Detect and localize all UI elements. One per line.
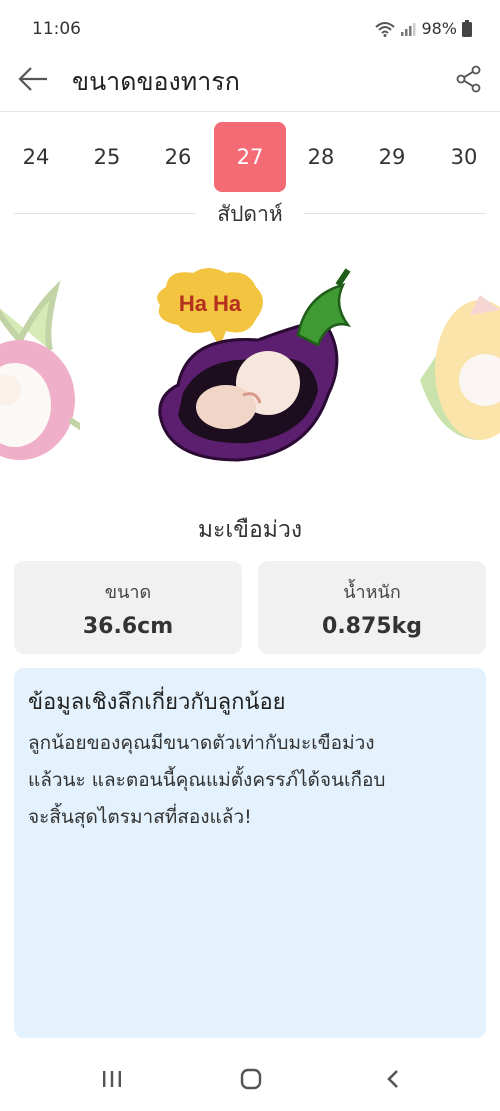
corn-illustration (420, 295, 500, 440)
share-icon (456, 65, 481, 93)
app-bar: ขนาดของทารก (0, 44, 500, 112)
size-value: 36.6cm (82, 614, 174, 639)
recent-apps-button[interactable] (95, 1064, 129, 1094)
battery-icon (462, 20, 472, 37)
eggplant-illustration: Ha Ha (157, 268, 352, 462)
page-title: ขนาดของทารก (72, 67, 240, 96)
insight-line: ลูกน้อยของคุณมีขนาดตัวเท่ากับมะเขือม่วง (28, 732, 375, 754)
fruit-carousel[interactable]: Ha Ha (0, 250, 500, 500)
size-label: ขนาด (104, 582, 152, 603)
share-button[interactable] (454, 64, 484, 94)
insight-line: จะสิ้นสุดไตรมาสที่สองแล้ว! (28, 806, 252, 828)
week-item[interactable]: 29 (356, 122, 428, 192)
home-icon (240, 1068, 262, 1090)
system-nav-bar (0, 1044, 500, 1111)
week-item[interactable]: 25 (71, 122, 143, 192)
back-nav-icon (387, 1070, 398, 1088)
fruit-name: มะเขือม่วง (197, 517, 303, 543)
week-item[interactable]: 30 (428, 122, 500, 192)
wifi-icon (375, 21, 396, 37)
week-item-selected[interactable]: 27 (214, 122, 286, 192)
week-selector: 24 25 26 27 28 29 30 (0, 120, 500, 192)
insight-line: แล้วนะ และตอนนี้คุณแม่ตั้งครรภ์ได้จนเกือ… (28, 769, 386, 791)
back-arrow-icon (18, 67, 47, 91)
dragon-fruit-illustration (0, 280, 80, 460)
status-time: 11:06 (32, 19, 81, 39)
weight-label: น้ำหนัก (343, 582, 401, 603)
size-card: ขนาด 36.6cm (14, 561, 242, 654)
week-item[interactable]: 28 (285, 122, 357, 192)
week-label: สัปดาห์ (196, 198, 304, 231)
back-nav-button[interactable] (376, 1064, 410, 1094)
speech-bubble: Ha Ha (157, 268, 263, 347)
speech-bubble-text: Ha Ha (179, 291, 242, 316)
insight-card: ข้อมูลเชิงลึกเกี่ยวกับลูกน้อย ลูกน้อยของ… (14, 668, 486, 1038)
week-item[interactable]: 26 (142, 122, 214, 192)
status-indicators: 98% (375, 19, 472, 38)
weight-card: น้ำหนัก 0.875kg (258, 561, 486, 654)
back-button[interactable] (16, 62, 50, 96)
insight-body: ลูกน้อยของคุณมีขนาดตัวเท่ากับมะเขือม่วง … (28, 725, 472, 836)
recent-apps-icon (103, 1071, 121, 1087)
battery-percent: 98% (421, 19, 457, 38)
home-button[interactable] (234, 1064, 268, 1094)
insight-title: ข้อมูลเชิงลึกเกี่ยวกับลูกน้อย (28, 690, 286, 715)
signal-icon (401, 22, 416, 36)
week-item[interactable]: 24 (0, 122, 72, 192)
weight-value: 0.875kg (322, 614, 422, 639)
